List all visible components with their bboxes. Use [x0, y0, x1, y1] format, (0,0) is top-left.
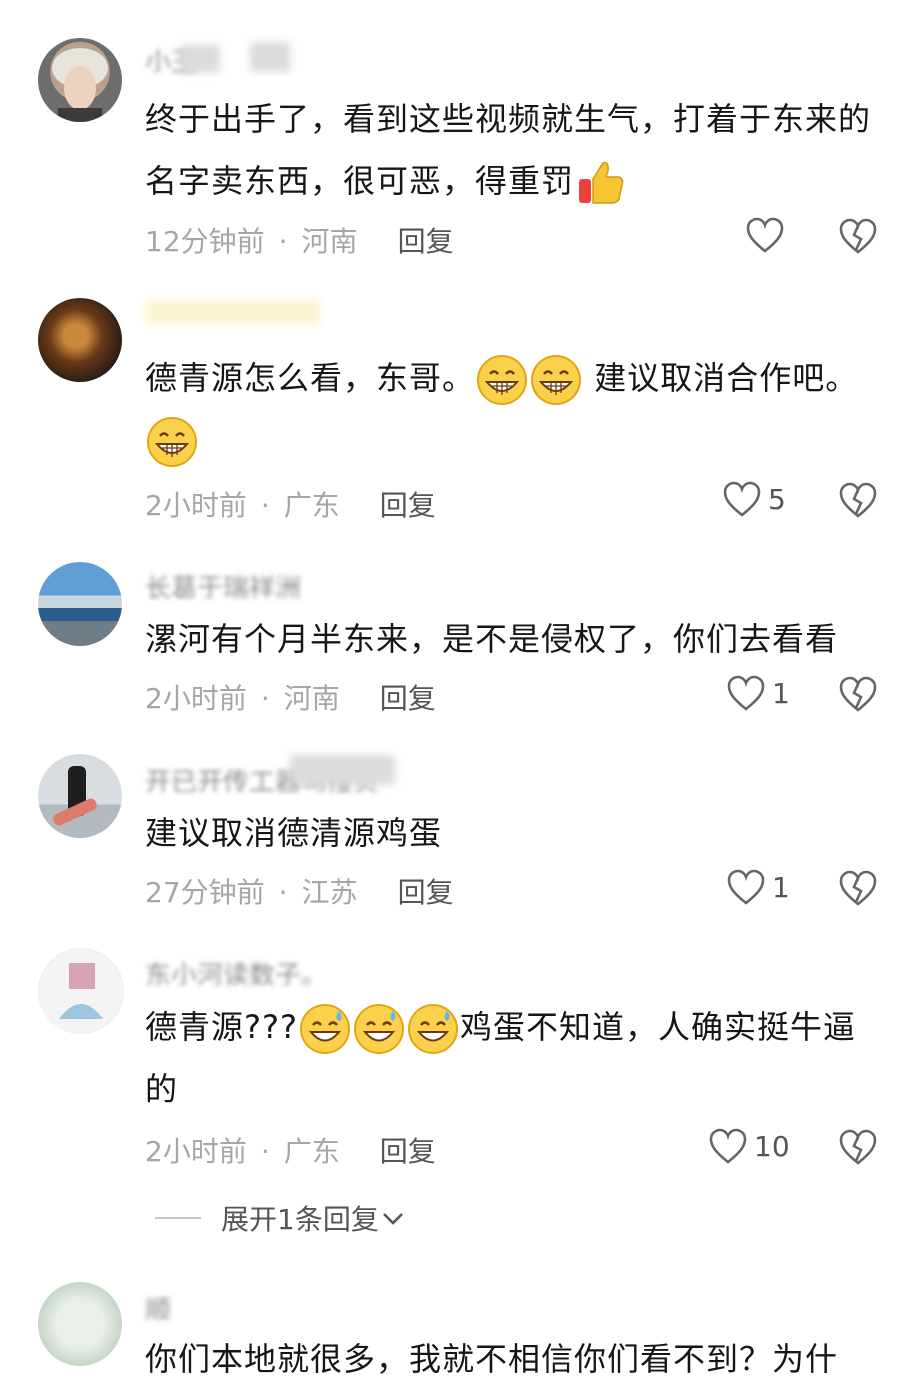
comment-text: 德青源??? 鸡蛋不知道，人确实挺牛逼的 [145, 996, 885, 1120]
grin-sweat-emoji [299, 1004, 350, 1054]
avatar[interactable] [38, 298, 122, 382]
location: 河南 [283, 682, 340, 715]
grin-sweat-emoji [407, 1004, 458, 1054]
comment-meta: 2小时前 · 河南 回复 [145, 682, 436, 715]
like-count: 1 [772, 870, 790, 904]
avatar[interactable] [38, 562, 122, 646]
username[interactable]: 东小河读数子。 [145, 955, 327, 985]
comment-meta: 27分钟前 · 江苏 回复 [145, 876, 454, 909]
divider [155, 1217, 201, 1219]
avatar[interactable] [38, 948, 124, 1034]
location: 广东 [283, 1135, 340, 1168]
expand-replies-label: 展开1条回复 [221, 1203, 379, 1236]
comment-meta: 2小时前 · 广东 回复 [145, 1135, 436, 1168]
like-button[interactable]: 5 [722, 480, 786, 518]
comment-text-part: 建议取消合作吧。 [594, 359, 859, 397]
chevron-down-icon [382, 1213, 403, 1225]
username[interactable]: 长葛于瑞祥洲 [145, 568, 301, 598]
reply-button[interactable]: 回复 [380, 1135, 436, 1168]
comment-text-body: 终于出手了，看到这些视频就生气，打着于东来的名字卖东西，很可恶，得重罚 [145, 100, 872, 200]
heart-outline-icon [727, 675, 765, 711]
grin-emoji [477, 355, 528, 405]
avatar[interactable] [38, 1282, 122, 1366]
timestamp: 27分钟前 [145, 876, 265, 909]
reply-button[interactable]: 回复 [398, 225, 454, 258]
like-button[interactable] [745, 216, 791, 254]
comment-text: 漯河有个月半东来，是不是侵权了，你们去看看 [145, 620, 839, 658]
reply-button[interactable]: 回复 [380, 682, 436, 715]
heart-outline-icon [709, 1128, 747, 1164]
like-count: 10 [754, 1129, 790, 1163]
comment-meta: 2小时前 · 广东 回复 [145, 489, 436, 522]
comment-text: 你们本地就很多，我就不相信你们看不到？为什 [145, 1340, 839, 1378]
thumbs-up-emoji [579, 161, 624, 204]
location: 河南 [301, 225, 358, 258]
username[interactable]: 顺 [145, 1290, 171, 1320]
avatar[interactable] [38, 754, 122, 838]
timestamp: 2小时前 [145, 1135, 247, 1168]
broken-heart-icon[interactable] [838, 216, 878, 256]
like-count: 5 [768, 482, 786, 516]
location: 江苏 [301, 876, 358, 909]
like-button[interactable]: 10 [708, 1127, 790, 1165]
timestamp: 2小时前 [145, 489, 247, 522]
grin-emoji [531, 355, 582, 405]
reply-button[interactable]: 回复 [380, 489, 436, 522]
timestamp: 12分钟前 [145, 225, 265, 258]
comment-text: 德青源怎么看，东哥。 建议取消合作吧。 [145, 347, 885, 471]
grin-sweat-emoji [353, 1004, 404, 1054]
comment-text-part: 德青源怎么看，东哥。 [145, 359, 476, 397]
comment-text: 终于出手了，看到这些视频就生气，打着于东来的名字卖东西，很可恶，得重罚 [145, 88, 885, 212]
broken-heart-icon[interactable] [838, 1127, 878, 1167]
like-button[interactable]: 1 [726, 674, 790, 712]
heart-outline-icon [723, 481, 761, 517]
heart-outline-icon [746, 217, 784, 253]
like-count: 1 [772, 676, 790, 710]
heart-outline-icon [727, 869, 765, 905]
expand-replies-button[interactable]: 展开1条回复 [155, 1198, 407, 1238]
broken-heart-icon[interactable] [838, 868, 878, 908]
reply-button[interactable]: 回复 [398, 876, 454, 909]
timestamp: 2小时前 [145, 682, 247, 715]
grin-emoji [147, 417, 197, 467]
broken-heart-icon[interactable] [838, 480, 878, 520]
avatar[interactable] [38, 38, 122, 122]
comment-meta: 12分钟前 · 河南 回复 [145, 225, 454, 258]
like-button[interactable]: 1 [726, 868, 790, 906]
broken-heart-icon[interactable] [838, 674, 878, 714]
location: 广东 [283, 489, 340, 522]
comment-text: 建议取消德清源鸡蛋 [145, 814, 443, 852]
comment-text-part: 德青源??? [145, 1008, 298, 1046]
